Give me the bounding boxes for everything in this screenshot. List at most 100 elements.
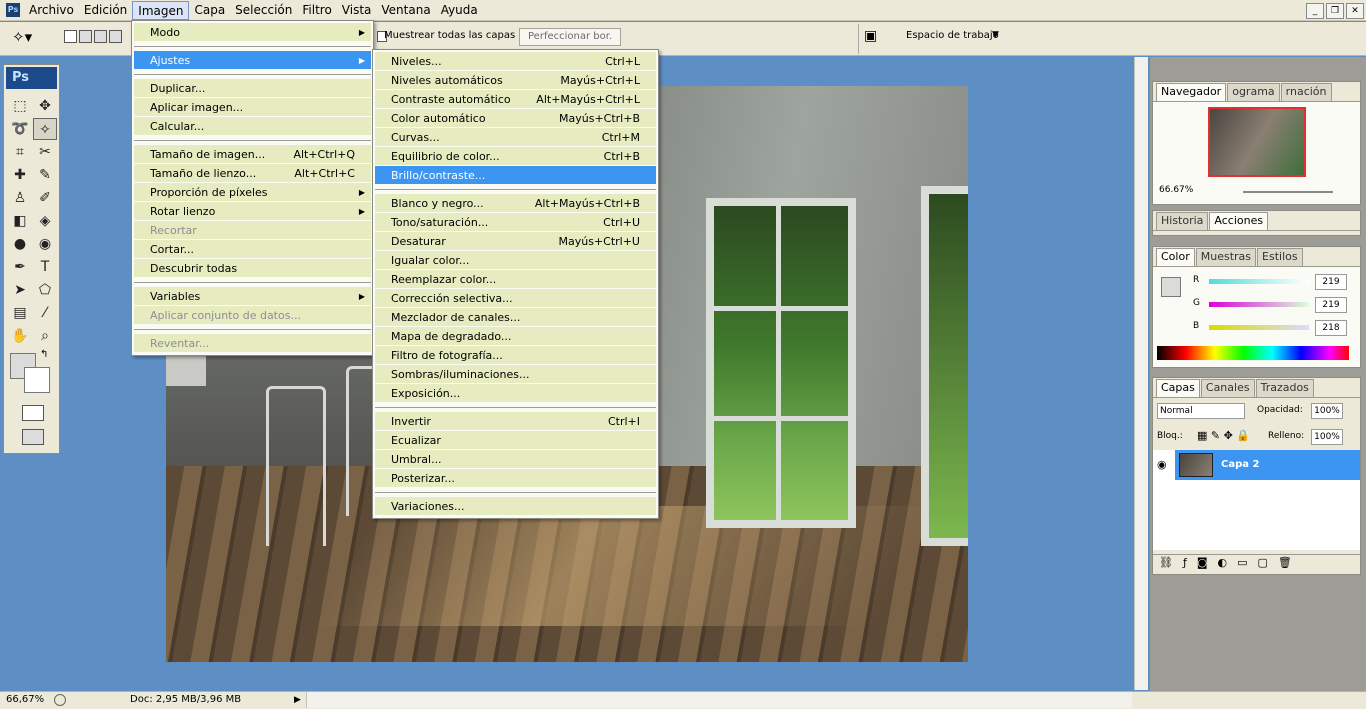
workspace-dropdown-icon[interactable]: ▼ [992,30,999,40]
brush-tool-icon[interactable]: ✎ [33,164,57,186]
tab-estilos[interactable]: Estilos [1257,248,1303,266]
slice-tool-icon[interactable]: ✂ [33,141,57,163]
imagen-item-calcular[interactable]: Calcular... [134,117,371,136]
clone-stamp-icon[interactable]: ♙ [8,187,32,209]
close-button[interactable]: ✕ [1346,3,1364,19]
blend-mode-select[interactable]: Normal [1157,403,1245,419]
menu-filtro[interactable]: Filtro [297,1,336,20]
lock-icons[interactable]: ▦ ✎ ✥ 🔒 [1197,429,1250,442]
eraser-tool-icon[interactable]: ◧ [8,210,32,232]
ajustes-item-color-automatico[interactable]: Color automático Mayús+Ctrl+B [375,109,656,128]
ajustes-item-filtro-de-fotografia[interactable]: Filtro de fotografía... [375,346,656,365]
tab-muestras[interactable]: Muestras [1195,248,1257,266]
opacity-input[interactable]: 100% [1311,403,1343,419]
imagen-item-duplicar[interactable]: Duplicar... [134,79,371,98]
file-browser-icon[interactable]: ▣ [864,28,886,46]
status-zoom[interactable]: 66,67% [6,692,44,708]
color-spectrum-bar[interactable] [1157,346,1349,360]
path-select-icon[interactable]: ➤ [8,279,32,301]
ajustes-item-mapa-de-degradado[interactable]: Mapa de degradado... [375,327,656,346]
lasso-tool-icon[interactable]: ➰ [8,118,32,140]
color-foreground-swatch[interactable] [1161,277,1181,297]
menu-archivo[interactable]: Archivo [24,1,79,20]
navigator-zoom-slider[interactable] [1243,191,1333,193]
ajustes-item-posterizar[interactable]: Posterizar... [375,469,656,488]
move-tool-icon[interactable]: ✥ [33,95,57,117]
tab-color[interactable]: Color [1156,248,1195,266]
tab-canales[interactable]: Canales [1200,379,1255,397]
b-value[interactable]: 218 [1315,320,1347,336]
magic-wand-icon[interactable]: ✧ [33,118,57,140]
tab-historia[interactable]: Historia [1156,212,1209,230]
ajustes-item-curvas[interactable]: Curvas... Ctrl+M [375,128,656,147]
ajustes-item-niveles-automaticos[interactable]: Niveles automáticos Mayús+Ctrl+L [375,71,656,90]
navigator-zoom[interactable]: 66.67% [1159,185,1193,195]
imagen-item-rotar-lienzo[interactable]: Rotar lienzo ▶ [134,202,371,221]
imagen-item-tamano-de-imagen[interactable]: Tamaño de imagen... Alt+Ctrl+Q [134,145,371,164]
fill-input[interactable]: 100% [1311,429,1343,445]
b-slider[interactable] [1209,325,1309,330]
ajustes-item-niveles[interactable]: Niveles... Ctrl+L [375,52,656,71]
type-tool-icon[interactable]: T [33,256,57,278]
ajustes-item-contraste-automatico[interactable]: Contraste automático Alt+Mayús+Ctrl+L [375,90,656,109]
marquee-tool-icon[interactable]: ⬚ [8,95,32,117]
background-color-swatch[interactable] [24,367,50,393]
menu-vista[interactable]: Vista [337,1,377,20]
eyedropper-icon[interactable]: ⁄ [33,302,57,324]
ajustes-item-desaturar[interactable]: Desaturar Mayús+Ctrl+U [375,232,656,251]
ajustes-item-ecualizar[interactable]: Ecualizar [375,431,656,450]
imagen-item-ajustes[interactable]: Ajustes ▶ [134,51,371,70]
shape-tool-icon[interactable]: ⬠ [33,279,57,301]
menu-imagen[interactable]: Imagen [132,0,190,20]
document-vertical-scrollbar[interactable] [1134,57,1148,690]
imagen-item-descubrir-todas[interactable]: Descubrir todas [134,259,371,278]
tab-capas[interactable]: Capas [1156,379,1200,397]
imagen-item-proporcion-de-pixeles[interactable]: Proporción de píxeles ▶ [134,183,371,202]
add-selection-icon[interactable] [79,30,92,43]
imagen-item-aplicar-imagen[interactable]: Aplicar imagen... [134,98,371,117]
intersect-selection-icon[interactable] [109,30,122,43]
status-icon[interactable] [54,694,66,706]
tab-histograma[interactable]: ograma [1227,83,1280,101]
menu-ayuda[interactable]: Ayuda [436,1,483,20]
ajustes-item-correccion-selectiva[interactable]: Corrección selectiva... [375,289,656,308]
tab-informacion[interactable]: rnación [1280,83,1332,101]
menu-edicion[interactable]: Edición [79,1,132,20]
refine-edge-button[interactable]: Perfeccionar bor. [519,28,622,46]
navigator-thumbnail[interactable] [1208,107,1306,177]
tab-acciones[interactable]: Acciones [1209,212,1269,230]
swap-colors-icon[interactable]: ↰ [40,349,48,360]
screen-mode-icon[interactable] [22,429,44,445]
r-slider[interactable] [1209,279,1309,284]
layer-name[interactable]: Capa 2 [1221,459,1259,470]
ajustes-item-equilibrio-de-color[interactable]: Equilibrio de color... Ctrl+B [375,147,656,166]
zoom-tool-icon[interactable]: ⌕ [33,325,57,347]
paint-bucket-icon[interactable]: ◈ [33,210,57,232]
hand-tool-icon[interactable]: ✋ [8,325,32,347]
history-brush-icon[interactable]: ✐ [33,187,57,209]
ajustes-item-umbral[interactable]: Umbral... [375,450,656,469]
ajustes-item-invertir[interactable]: Invertir Ctrl+I [375,412,656,431]
tab-navegador[interactable]: Navegador [1156,83,1227,101]
g-slider[interactable] [1209,302,1309,307]
menu-capa[interactable]: Capa [189,1,230,20]
workspace-label[interactable]: Espacio de trabajo [906,30,999,41]
document-horizontal-scrollbar[interactable] [306,692,1132,708]
quick-mask-icon[interactable] [22,405,44,421]
dodge-tool-icon[interactable]: ◉ [33,233,57,255]
layer-footer-icons[interactable]: ⛓ƒ◙◐▭▢🗑 [1159,556,1302,569]
magic-wand-tool-icon[interactable]: ✧▾ [12,28,32,46]
imagen-item-tamano-de-lienzo[interactable]: Tamaño de lienzo... Alt+Ctrl+C [134,164,371,183]
new-selection-icon[interactable] [64,30,77,43]
ajustes-item-exposicion[interactable]: Exposición... [375,384,656,403]
ajustes-item-blanco-y-negro[interactable]: Blanco y negro... Alt+Mayús+Ctrl+B [375,194,656,213]
eye-icon[interactable]: ◉ [1157,458,1167,471]
ajustes-item-brillo-contraste[interactable]: Brillo/contraste... [375,166,656,185]
imagen-item-cortar[interactable]: Cortar... [134,240,371,259]
blur-tool-icon[interactable]: ● [8,233,32,255]
healing-brush-icon[interactable]: ✚ [8,164,32,186]
ajustes-item-reemplazar-color[interactable]: Reemplazar color... [375,270,656,289]
notes-tool-icon[interactable]: ▤ [8,302,32,324]
menu-seleccion[interactable]: Selección [230,1,297,20]
g-value[interactable]: 219 [1315,297,1347,313]
